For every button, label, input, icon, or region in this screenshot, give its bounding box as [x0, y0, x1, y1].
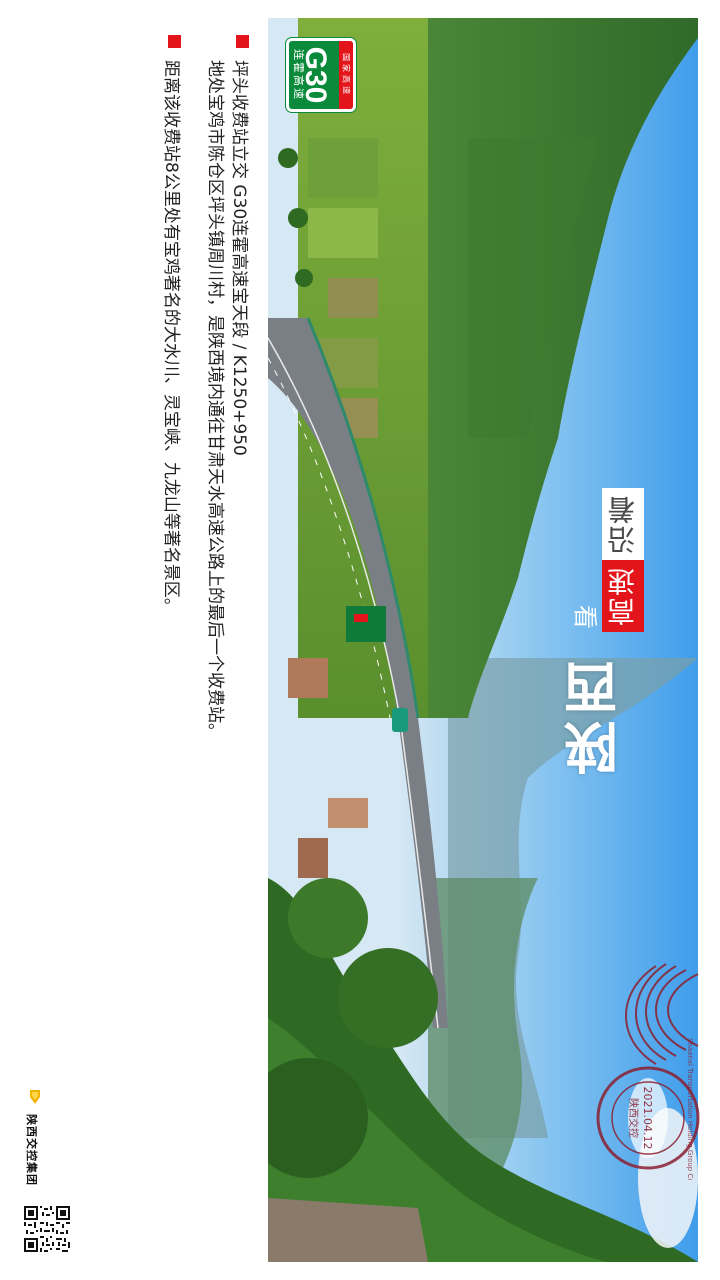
poster-page: 沿着 高速 看 陕西 2021.04.12 陕西交控 Shaanxi Trans… — [0, 0, 720, 1280]
postmark-stamp: 2021.04.12 陕西交控 Shaanxi Transportation H… — [596, 963, 700, 1180]
title-yan-zhe: 沿着 — [602, 488, 644, 560]
g30-expressway-shield: 国家高速 G30 连霍高速 — [286, 38, 356, 112]
shield-band-label: 国家高速 — [341, 53, 351, 97]
stamp-ring-text: Shaanxi Transportation Holding Group Co.… — [686, 1038, 694, 1180]
title-shaanxi: 陕西 — [563, 655, 627, 775]
info-line-location: 坪头收费站立交 G30连霍高速宝天段 / K1250+950 — [229, 60, 249, 456]
bullet-marker-2 — [168, 35, 181, 48]
group-logo-icon — [30, 1090, 40, 1104]
stamp-date: 2021.04.12 — [641, 1087, 654, 1150]
info-line-description: 地处宝鸡市陈仓区坪头镇周川村，是陕西境内通往甘肃天水高速公路上的最后一个收费站。 — [205, 60, 225, 740]
title-kan: 看 — [571, 605, 599, 629]
shield-band: 国家高速 — [339, 41, 353, 109]
group-logo-text: 陕西交控集团 — [25, 1114, 38, 1186]
bullet-marker-1 — [236, 35, 249, 48]
info-line-scenic: 距离该收费站8公里处有宝鸡著名的大水川、灵宝峡、九龙山等著名景区。 — [161, 60, 181, 615]
stamp-org: 陕西交控 — [627, 1098, 640, 1138]
shield-name: 连霍高速 — [292, 49, 305, 101]
qr-code-icon[interactable] — [24, 1206, 70, 1252]
title-gao-su: 高速 — [602, 560, 644, 632]
